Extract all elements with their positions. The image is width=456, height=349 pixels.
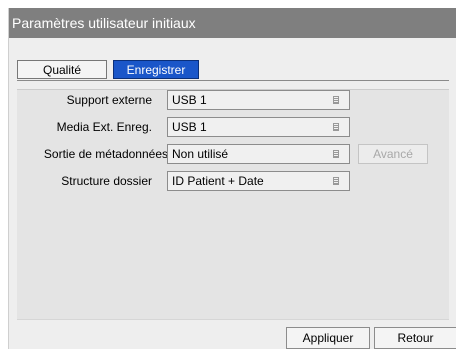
settings-window: Paramètres utilisateur initiaux Qualité … bbox=[8, 8, 456, 349]
tab-record[interactable]: Enregistrer bbox=[113, 60, 199, 79]
ext-media-record-select[interactable]: USB 1 bbox=[167, 117, 350, 137]
metadata-output-select[interactable]: Non utilisé bbox=[167, 144, 350, 164]
advanced-button[interactable]: Avancé bbox=[358, 144, 428, 164]
window-title: Paramètres utilisateur initiaux bbox=[9, 8, 456, 38]
settings-panel: Support externe USB 1 Media Ext. Enreg. … bbox=[17, 89, 449, 320]
list-icon bbox=[333, 150, 339, 158]
list-icon bbox=[333, 96, 339, 104]
folder-structure-select[interactable]: ID Patient + Date bbox=[167, 171, 350, 191]
back-button[interactable]: Retour bbox=[374, 327, 456, 349]
external-media-value: USB 1 bbox=[172, 93, 207, 107]
ext-media-record-label: Media Ext. Enreg. bbox=[56, 120, 152, 134]
external-media-label: Support externe bbox=[66, 93, 152, 107]
ext-media-record-value: USB 1 bbox=[172, 120, 207, 134]
folder-structure-value: ID Patient + Date bbox=[172, 174, 264, 188]
list-icon bbox=[333, 123, 339, 131]
tab-quality[interactable]: Qualité bbox=[17, 60, 107, 79]
tab-divider bbox=[17, 80, 449, 81]
metadata-output-label: Sortie de métadonnées bbox=[43, 147, 168, 161]
folder-structure-label: Structure dossier bbox=[61, 174, 152, 188]
apply-button[interactable]: Appliquer bbox=[286, 327, 370, 349]
metadata-output-value: Non utilisé bbox=[172, 147, 229, 161]
list-icon bbox=[333, 177, 339, 185]
external-media-select[interactable]: USB 1 bbox=[167, 90, 350, 110]
